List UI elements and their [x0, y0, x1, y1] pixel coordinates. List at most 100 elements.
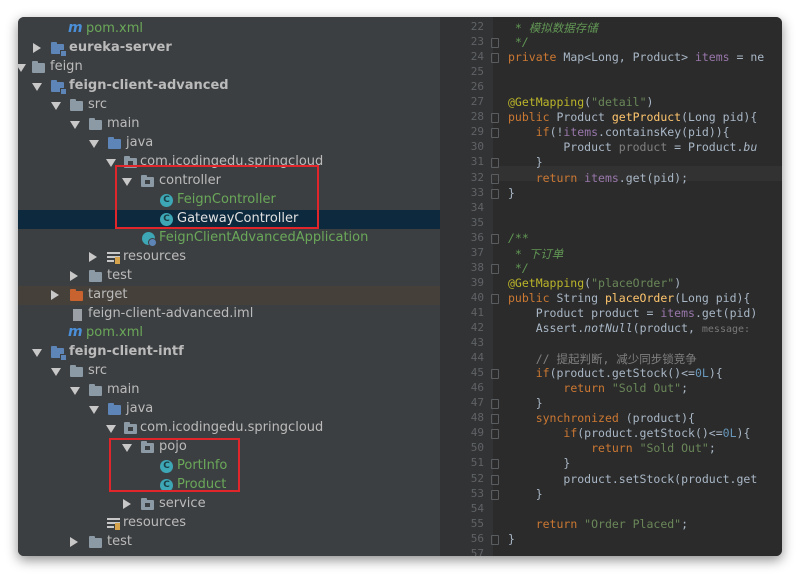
tree-item-application[interactable]: FeignClientAdvancedApplication: [18, 229, 440, 248]
chevron-down-icon[interactable]: [32, 83, 42, 91]
fold-marker-icon[interactable]: [491, 414, 499, 425]
line-number: 37: [470, 245, 484, 259]
line-number: 45: [470, 366, 484, 380]
chevron-down-icon[interactable]: [18, 64, 26, 72]
line-number: 26: [470, 80, 484, 94]
chevron-down-icon[interactable]: [51, 368, 61, 376]
tree-item-java-2[interactable]: java: [18, 400, 440, 419]
code-token: public: [508, 110, 557, 125]
folder-icon: [89, 270, 102, 282]
fold-marker-icon[interactable]: [491, 173, 499, 184]
tree-item-test-2[interactable]: test: [18, 533, 440, 552]
folder-icon: [89, 536, 102, 548]
line-number: 57: [470, 546, 484, 556]
fold-marker-icon[interactable]: [491, 233, 499, 244]
tree-item-service[interactable]: service: [18, 495, 440, 514]
tree-item-package-2[interactable]: com.icodingedu.springcloud: [18, 419, 440, 438]
code-token: private: [508, 50, 564, 65]
code-token: 0L: [694, 366, 709, 381]
code-token: ): [646, 95, 654, 110]
tree-item-iml[interactable]: feign-client-advanced.iml: [18, 305, 440, 324]
tree-item-resources[interactable]: resources: [18, 248, 440, 267]
fold-marker-icon[interactable]: [491, 459, 499, 470]
tree-item-target[interactable]: target: [18, 286, 440, 305]
tree-item-src-2[interactable]: src: [18, 362, 440, 381]
fold-marker-icon[interactable]: [491, 128, 499, 139]
resources-icon: [107, 518, 120, 530]
folder-icon: [32, 61, 45, 73]
fold-marker-icon[interactable]: [491, 53, 499, 64]
tree-item-resources-2[interactable]: resources: [18, 514, 440, 533]
line-number: 22: [470, 20, 484, 33]
fold-marker-icon[interactable]: [491, 534, 499, 545]
tree-item-pom-xml-2[interactable]: m pom.xml: [18, 324, 440, 343]
fold-marker-icon[interactable]: [491, 399, 499, 410]
module-folder-icon: [51, 346, 67, 361]
line-number: 38: [470, 260, 484, 274]
code-editor[interactable]: 22 * 模拟数据存储 23 */ 24 private Map<Long, Prod…: [440, 17, 782, 556]
code-token: "Sold Out": [639, 441, 709, 456]
ide-window: m pom.xml eureka-server feign feign-clie…: [18, 17, 782, 556]
code-token: Map<Long, Product>: [563, 50, 695, 65]
line-number: 55: [470, 516, 484, 530]
tree-item-eureka-server[interactable]: eureka-server: [18, 39, 440, 58]
code-token: * 模拟数据存储: [508, 21, 598, 35]
chevron-right-icon[interactable]: [70, 537, 78, 547]
chevron-down-icon[interactable]: [106, 425, 116, 433]
line-number: 29: [470, 125, 484, 139]
chevron-down-icon[interactable]: [70, 387, 80, 395]
highlight-box-pojo: [109, 438, 240, 492]
fold-marker-icon[interactable]: [491, 293, 499, 304]
chevron-down-icon[interactable]: [89, 140, 99, 148]
tree-item-src[interactable]: src: [18, 96, 440, 115]
chevron-right-icon[interactable]: [89, 252, 97, 262]
maven-icon: m: [68, 324, 83, 340]
code-line: if(product.getStock()<=0L){: [508, 426, 750, 440]
tree-item-java[interactable]: java: [18, 134, 440, 153]
fold-marker-icon[interactable]: [491, 113, 499, 124]
chevron-down-icon[interactable]: [51, 102, 61, 110]
chevron-right-icon[interactable]: [123, 499, 131, 509]
code-line: public Product getProduct(Long pid){: [508, 110, 757, 124]
code-token: product: [618, 140, 668, 155]
line-number: 32: [470, 170, 484, 184]
fold-marker-icon[interactable]: [491, 158, 499, 169]
chevron-down-icon[interactable]: [32, 349, 42, 357]
code-token: @GetMapping: [508, 95, 585, 110]
tree-item-feign-client-advanced[interactable]: feign-client-advanced: [18, 77, 440, 96]
code-token: Product: [508, 140, 619, 155]
code-token: if: [535, 125, 550, 140]
file-icon: [73, 309, 82, 321]
tree-item-main-2[interactable]: main: [18, 381, 440, 400]
fold-marker-icon[interactable]: [491, 38, 499, 49]
tree-item-pom-xml[interactable]: m pom.xml: [18, 20, 440, 39]
chevron-right-icon[interactable]: [70, 271, 78, 281]
code-line: }: [508, 186, 515, 200]
fold-marker-icon[interactable]: [491, 489, 499, 500]
fold-marker-icon[interactable]: [491, 429, 499, 440]
fold-marker-icon[interactable]: [491, 188, 499, 199]
tree-item-feign-client-intf[interactable]: feign-client-intf: [18, 343, 440, 362]
module-folder-icon: [51, 42, 67, 57]
code-token: "Order Placed": [584, 516, 682, 531]
fold-marker-icon[interactable]: [491, 369, 499, 380]
code-token: (!: [549, 125, 564, 140]
chevron-down-icon[interactable]: [89, 406, 99, 414]
tree-item-test[interactable]: test: [18, 267, 440, 286]
line-number: 50: [470, 441, 484, 455]
code-token: }: [508, 185, 515, 200]
tree-item-feign[interactable]: feign: [18, 58, 440, 77]
chevron-right-icon[interactable]: [51, 290, 59, 300]
fold-marker-icon[interactable]: [491, 474, 499, 485]
fold-marker-icon[interactable]: [491, 263, 499, 274]
line-number: 44: [470, 351, 484, 365]
chevron-down-icon[interactable]: [70, 121, 80, 129]
chevron-right-icon[interactable]: [33, 43, 41, 53]
source-folder-icon: [108, 137, 121, 149]
tree-item-main[interactable]: main: [18, 115, 440, 134]
code-token: */: [508, 35, 529, 50]
